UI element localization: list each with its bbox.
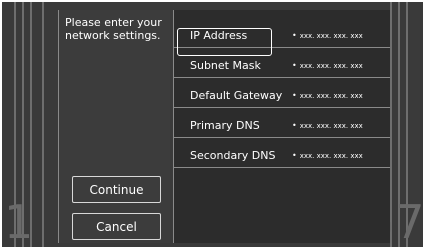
network-settings-menu: IP Address • xxx. xxx. xxx. xxx Subnet Ma… (173, 10, 390, 243)
value-marker: • (292, 121, 297, 130)
menu-item-secondary-dns[interactable]: Secondary DNS • xxx. xxx. xxx. xxx (174, 144, 390, 168)
secondary-dns-value: xxx. xxx. xxx. xxx (299, 152, 363, 160)
ip-address-value: xxx. xxx. xxx. xxx (299, 32, 363, 40)
value-marker: • (292, 91, 297, 100)
subnet-mask-value: xxx. xxx. xxx. xxx (299, 62, 363, 70)
value-marker: • (292, 151, 297, 160)
decorative-stripe (42, 2, 44, 247)
menu-item-value: • xxx. xxx. xxx. xxx (292, 24, 363, 48)
tv-screen: 1 57 Please enter your network settings.… (0, 0, 425, 249)
menu-item-value: • xxx. xxx. xxx. xxx (292, 84, 363, 108)
menu-item-primary-dns[interactable]: Primary DNS • xxx. xxx. xxx. xxx (174, 114, 390, 138)
settings-frame: 1 57 Please enter your network settings.… (2, 2, 425, 249)
menu-item-label: Subnet Mask (190, 59, 261, 72)
menu-item-label: IP Address (190, 29, 248, 42)
menu-item-label: Primary DNS (190, 119, 260, 132)
menu-item-ip-address[interactable]: IP Address • xxx. xxx. xxx. xxx (174, 24, 390, 56)
menu-item-label: Secondary DNS (190, 149, 276, 162)
page-number-left: 1 (4, 195, 34, 249)
menu-item-value: • xxx. xxx. xxx. xxx (292, 54, 363, 78)
menu-item-label: Default Gateway (190, 89, 283, 102)
cancel-button[interactable]: Cancel (72, 213, 161, 240)
continue-button[interactable]: Continue (72, 176, 161, 203)
value-marker: • (292, 31, 297, 40)
menu-item-default-gateway[interactable]: Default Gateway • xxx. xxx. xxx. xxx (174, 84, 390, 108)
menu-item-value: • xxx. xxx. xxx. xxx (292, 114, 363, 138)
primary-dns-value: xxx. xxx. xxx. xxx (299, 122, 363, 130)
default-gateway-value: xxx. xxx. xxx. xxx (299, 92, 363, 100)
instruction-panel: Please enter your network settings. Cont… (58, 10, 170, 243)
menu-item-value: • xxx. xxx. xxx. xxx (292, 144, 363, 168)
menu-item-subnet-mask[interactable]: Subnet Mask • xxx. xxx. xxx. xxx (174, 54, 390, 78)
instruction-text: Please enter your network settings. (65, 16, 162, 42)
value-marker: • (292, 61, 297, 70)
